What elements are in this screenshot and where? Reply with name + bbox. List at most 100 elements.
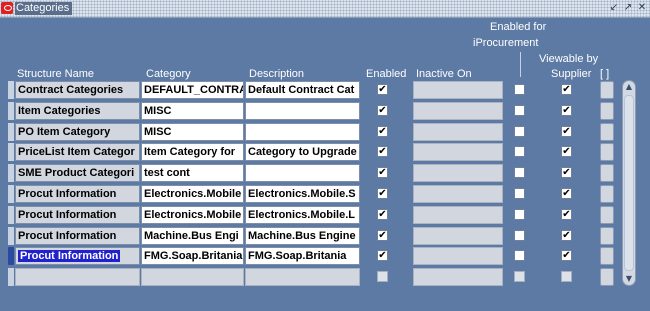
viewable-by-supplier-checkbox[interactable]: ✔ [561,105,572,116]
record-indicator[interactable] [8,206,14,224]
viewable-by-supplier-checkbox[interactable]: ✔ [561,250,572,261]
record-indicator[interactable] [8,185,14,203]
iprocurement-checkbox[interactable] [514,250,525,261]
record-indicator[interactable] [8,164,14,182]
iprocurement-checkbox[interactable] [514,230,525,241]
descriptive-flexfield-button[interactable] [600,81,614,99]
iprocurement-checkbox[interactable] [514,209,525,220]
description-field[interactable] [245,268,360,286]
iprocurement-checkbox[interactable] [514,271,525,282]
category-field[interactable]: Electronics.Mobile [141,206,244,224]
enabled-checkbox[interactable] [377,271,388,282]
close-icon[interactable]: ✕ [636,1,648,15]
maximize-icon[interactable]: ↗ [622,1,634,15]
viewable-by-supplier-checkbox[interactable]: ✔ [561,209,572,220]
inactive-on-field[interactable] [413,123,503,141]
descriptive-flexfield-button[interactable] [600,185,614,203]
iprocurement-checkbox[interactable] [514,84,525,95]
structure-name-cell[interactable]: Procut Information [15,185,140,203]
inactive-on-field[interactable] [413,247,503,265]
inactive-on-field[interactable] [413,185,503,203]
enabled-checkbox[interactable]: ✔ [377,230,388,241]
inactive-on-field[interactable] [413,227,503,245]
inactive-on-field[interactable] [413,143,503,161]
record-indicator[interactable] [8,227,14,245]
iprocurement-checkbox[interactable] [514,126,525,137]
enabled-checkbox[interactable]: ✔ [377,105,388,116]
enabled-checkbox[interactable]: ✔ [377,250,388,261]
iprocurement-checkbox[interactable] [514,167,525,178]
enabled-checkbox[interactable]: ✔ [377,188,388,199]
category-field[interactable] [141,268,244,286]
structure-name-cell[interactable]: PriceList Item Categor [15,143,140,161]
inactive-on-field[interactable] [413,102,503,120]
structure-name-cell[interactable]: Procut Information [15,247,140,265]
description-field[interactable] [245,164,360,182]
category-field[interactable]: Machine.Bus Engi [141,227,244,245]
descriptive-flexfield-button[interactable] [600,247,614,265]
scroll-up-icon[interactable]: ▲ [624,81,634,93]
vertical-scrollbar[interactable]: ▲ ▼ [622,80,636,286]
viewable-by-supplier-checkbox[interactable]: ✔ [561,167,572,178]
category-field[interactable]: FMG.Soap.Britania [141,247,244,265]
enabled-checkbox[interactable]: ✔ [377,146,388,157]
description-field[interactable]: Electronics.Mobile.S [245,185,360,203]
structure-name-cell[interactable]: Contract Categories [15,81,140,99]
description-field[interactable] [245,123,360,141]
inactive-on-field[interactable] [413,206,503,224]
inactive-on-field[interactable] [413,164,503,182]
structure-name-cell[interactable]: SME Product Categori [15,164,140,182]
record-indicator[interactable] [8,268,14,286]
viewable-by-supplier-checkbox[interactable]: ✔ [561,146,572,157]
inactive-on-field[interactable] [413,268,503,286]
scroll-down-icon[interactable]: ▼ [624,273,634,285]
title-bar[interactable]: Categories ↙ ↗ ✕ [0,0,650,18]
scroll-thumb[interactable] [624,95,634,271]
viewable-by-supplier-checkbox[interactable]: ✔ [561,126,572,137]
structure-name-value: Item Categories [18,105,101,117]
enabled-checkbox[interactable]: ✔ [377,84,388,95]
structure-name-cell[interactable]: Procut Information [15,227,140,245]
description-field[interactable]: Machine.Bus Engine [245,227,360,245]
descriptive-flexfield-button[interactable] [600,227,614,245]
viewable-by-supplier-checkbox[interactable]: ✔ [561,230,572,241]
descriptive-flexfield-button[interactable] [600,123,614,141]
viewable-by-supplier-checkbox[interactable]: ✔ [561,84,572,95]
viewable-by-supplier-checkbox[interactable] [561,271,572,282]
description-field[interactable] [245,102,360,120]
record-indicator[interactable] [8,123,14,141]
descriptive-flexfield-button[interactable] [600,206,614,224]
category-field[interactable]: Item Category for [141,143,244,161]
record-indicator[interactable] [8,102,14,120]
minimize-icon[interactable]: ↙ [608,1,620,15]
structure-name-cell[interactable]: PO Item Category [15,123,140,141]
structure-name-cell[interactable] [15,268,140,286]
viewable-by-supplier-checkbox[interactable]: ✔ [561,188,572,199]
descriptive-flexfield-button[interactable] [600,268,614,286]
iprocurement-checkbox[interactable] [514,105,525,116]
record-indicator[interactable] [8,247,14,265]
descriptive-flexfield-button[interactable] [600,143,614,161]
structure-name-cell[interactable]: Item Categories [15,102,140,120]
category-field[interactable]: Electronics.Mobile [141,185,244,203]
description-field[interactable]: FMG.Soap.Britania [245,247,360,265]
structure-name-cell[interactable]: Procut Information [15,206,140,224]
category-field[interactable]: MISC [141,123,244,141]
descriptive-flexfield-button[interactable] [600,102,614,120]
inactive-on-field[interactable] [413,81,503,99]
enabled-checkbox[interactable]: ✔ [377,167,388,178]
enabled-checkbox[interactable]: ✔ [377,126,388,137]
description-field[interactable]: Electronics.Mobile.L [245,206,360,224]
category-field[interactable]: DEFAULT_CONTRA [141,81,244,99]
enabled-checkbox[interactable]: ✔ [377,209,388,220]
category-field[interactable]: test cont [141,164,244,182]
structure-name-value: Procut Information [18,209,117,221]
record-indicator[interactable] [8,143,14,161]
description-field[interactable]: Default Contract Cat [245,81,360,99]
iprocurement-checkbox[interactable] [514,188,525,199]
record-indicator[interactable] [8,81,14,99]
descriptive-flexfield-button[interactable] [600,164,614,182]
iprocurement-checkbox[interactable] [514,146,525,157]
description-field[interactable]: Category to Upgrade [245,143,360,161]
category-field[interactable]: MISC [141,102,244,120]
